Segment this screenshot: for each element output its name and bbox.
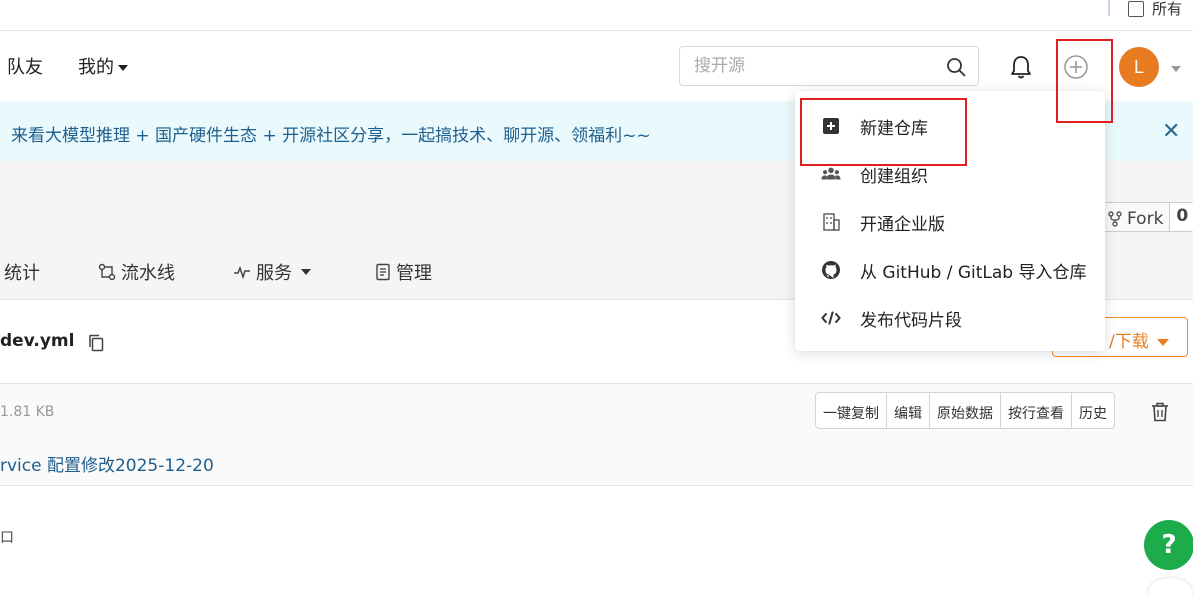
menu-item-label: 从 GitHub / GitLab 导入仓库	[860, 262, 1087, 283]
history-button[interactable]: 历史	[1072, 393, 1114, 428]
pipeline-icon	[98, 263, 116, 281]
all-label: 所有	[1152, 0, 1183, 18]
nav-teammates[interactable]: 队友	[7, 53, 43, 79]
content-line: 口	[0, 530, 14, 546]
search-icon[interactable]	[946, 57, 966, 77]
copy-all-button[interactable]: 一键复制	[816, 393, 887, 428]
tab-manage[interactable]: 管理	[375, 259, 432, 285]
users-icon	[821, 167, 841, 180]
raw-button[interactable]: 原始数据	[930, 393, 1001, 428]
copy-icon[interactable]	[88, 334, 104, 352]
fork-button[interactable]: Fork 0	[1101, 202, 1193, 232]
menu-item-new-org[interactable]: 创建组织	[795, 150, 1105, 198]
fork-label: Fork	[1127, 208, 1164, 229]
code-icon	[821, 311, 841, 325]
download-label: /下载	[1109, 332, 1149, 352]
close-icon[interactable]: ✕	[1162, 119, 1180, 144]
nav-mine[interactable]: 我的	[78, 53, 128, 79]
blame-button[interactable]: 按行查看	[1001, 393, 1072, 428]
tab-pipeline[interactable]: 流水线	[98, 259, 175, 285]
file-size: 1.81 KB	[0, 404, 55, 420]
chevron-down-icon	[118, 65, 128, 71]
pulse-icon	[234, 265, 250, 279]
file-name: dev.yml	[0, 331, 75, 351]
fork-label-group: Fork	[1102, 203, 1169, 231]
chevron-down-icon	[1156, 338, 1169, 346]
menu-item-label: 发布代码片段	[860, 310, 962, 331]
help-button[interactable]: ?	[1144, 520, 1193, 570]
search-box	[679, 46, 979, 86]
tab-services[interactable]: 服务	[233, 259, 311, 285]
menu-item-label: 新建仓库	[860, 118, 928, 139]
tab-services-label: 服务	[256, 263, 292, 284]
divider	[1108, 0, 1110, 16]
file-content: 口	[0, 487, 1193, 595]
github-icon	[822, 261, 840, 279]
file-name-group: dev.yml	[0, 331, 104, 352]
file-info-panel: 1.81 KB 一键复制 编辑 原始数据 按行查看 历史 rvice 配置修改2…	[0, 384, 1193, 486]
search-input[interactable]	[680, 47, 930, 85]
fork-count[interactable]: 0	[1169, 203, 1193, 231]
commit-message-link[interactable]: rvice 配置修改2025-12-20	[0, 451, 214, 476]
avatar[interactable]: L	[1119, 47, 1159, 87]
tab-pipeline-label: 流水线	[121, 263, 175, 284]
trash-icon[interactable]	[1151, 402, 1169, 422]
nav-mine-label: 我的	[78, 57, 114, 78]
tab-stats-label: 统计	[4, 263, 40, 284]
create-dropdown-menu: 新建仓库 创建组织 开通企业版 从 GitHub / GitLab 导入仓库 发…	[795, 91, 1105, 351]
menu-item-enterprise[interactable]: 开通企业版	[795, 198, 1105, 246]
menu-item-new-repo[interactable]: 新建仓库	[795, 102, 1105, 150]
edit-button[interactable]: 编辑	[887, 393, 930, 428]
tab-manage-label: 管理	[396, 263, 432, 284]
menu-item-import[interactable]: 从 GitHub / GitLab 导入仓库	[795, 246, 1105, 294]
banner-text[interactable]: 来看大模型推理 + 国产硬件生态 + 开源社区分享，一起搞技术、聊开源、领福利~…	[11, 121, 651, 146]
tab-stats[interactable]: 统计	[4, 259, 40, 285]
menu-item-label: 开通企业版	[860, 214, 945, 235]
all-files-link[interactable]: 所有	[1128, 0, 1182, 19]
menu-item-label: 创建组织	[860, 166, 928, 187]
avatar-chevron-down-icon[interactable]	[1171, 66, 1181, 72]
fork-icon	[1108, 210, 1122, 227]
bell-icon[interactable]	[1009, 54, 1033, 80]
building-icon	[823, 213, 840, 231]
doc-icon	[376, 263, 390, 281]
menu-item-snippet[interactable]: 发布代码片段	[795, 294, 1105, 342]
add-circle-icon[interactable]	[1063, 54, 1089, 80]
chevron-down-icon	[301, 269, 311, 275]
plus-square-icon	[823, 118, 839, 134]
top-strip: 所有	[0, 0, 1193, 31]
file-actions: 一键复制 编辑 原始数据 按行查看 历史	[815, 392, 1115, 429]
file-icon	[1128, 0, 1144, 17]
